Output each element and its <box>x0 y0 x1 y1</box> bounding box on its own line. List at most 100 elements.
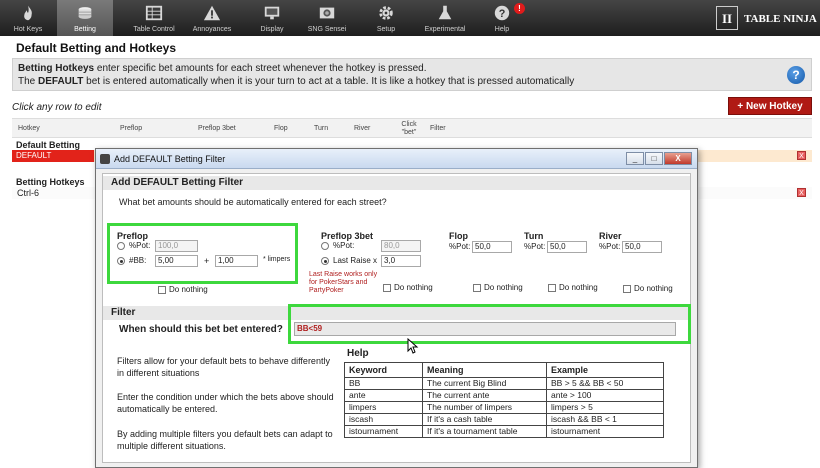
table-icon <box>145 5 163 21</box>
meaning-cell: If it's a tournament table <box>422 425 547 438</box>
river-pot-field[interactable]: 50,0 <box>622 241 662 253</box>
preflop-do-nothing-checkbox[interactable] <box>158 286 166 294</box>
meaning-cell: The number of limpers <box>422 401 547 414</box>
preflop3bet-pot-field[interactable]: 80,0 <box>381 240 421 252</box>
info-text: The <box>18 76 39 87</box>
column-header: Hotkey <box>18 125 40 132</box>
highlight-filter <box>288 304 691 344</box>
toolbar-table-control[interactable]: Table Control <box>126 0 182 36</box>
toolbar-display[interactable]: Display <box>244 0 300 36</box>
alert-badge: ! <box>514 3 525 14</box>
flop-pot-field[interactable]: 50,0 <box>472 241 512 253</box>
info-banner: Betting Hotkeys enter specific bet amoun… <box>12 58 812 91</box>
help-table: Keyword Meaning Example BB The current Bi… <box>344 362 664 438</box>
meaning-cell: The current Big Blind <box>422 377 547 390</box>
example-cell: BB > 5 && BB < 50 <box>546 377 664 390</box>
meaning-cell: The current ante <box>422 389 547 402</box>
info-text: bet is entered automatically when it is … <box>83 76 575 87</box>
chips-icon <box>78 7 92 19</box>
hotkey-cell: Ctrl-6 <box>17 188 39 198</box>
group-betting-hotkeys: Betting Hotkeys <box>16 177 85 187</box>
table-row: istournament If it's a tournament table is… <box>344 425 664 438</box>
logo-mark: II <box>716 6 738 30</box>
toolbar-help[interactable]: ? Help ! <box>474 0 530 36</box>
flop-do-nothing-checkbox[interactable] <box>473 284 481 292</box>
flask-icon <box>438 5 452 20</box>
flop-title: Flop <box>449 231 468 241</box>
filter-description: By adding multiple filters you default b… <box>117 429 333 451</box>
column-header: Click "bet" <box>401 121 417 136</box>
turn-pot-field[interactable]: 50,0 <box>547 241 587 253</box>
toolbar-betting[interactable]: Betting <box>57 0 113 36</box>
preflop3bet-do-nothing-checkbox[interactable] <box>383 284 391 292</box>
flame-icon <box>24 5 32 21</box>
info-line-2: The DEFAULT bet is entered automatically… <box>18 76 574 87</box>
main-toolbar: Hot Keys Betting Table Control Annoyance… <box>0 0 820 36</box>
toolbar-label: Table Control <box>133 26 175 33</box>
table-row: iscash If it's a cash table iscash && BB <… <box>344 413 664 426</box>
turn-title: Turn <box>524 231 544 241</box>
column-header: Flop <box>274 125 288 132</box>
mouse-cursor-icon <box>407 338 419 354</box>
toolbar-hot-keys[interactable]: Hot Keys <box>0 0 56 36</box>
river-do-nothing-checkbox[interactable] <box>623 285 631 293</box>
meaning-cell: If it's a cash table <box>422 413 547 426</box>
preflop3bet-raise-radio[interactable] <box>321 257 329 265</box>
example-cell: ante > 100 <box>546 389 664 402</box>
app-icon <box>100 154 110 164</box>
info-text: enter specific bet amounts for each stre… <box>94 63 427 74</box>
toolbar-label: Experimental <box>424 26 466 33</box>
group-default-betting: Default Betting <box>16 140 80 150</box>
info-keyword: DEFAULT <box>38 76 84 87</box>
preflop3bet-raise-field[interactable]: 3,0 <box>381 255 421 267</box>
help-title: Help <box>347 348 369 359</box>
table-ninja-logo: II TABLE NINJA <box>716 4 817 34</box>
keyword-cell: limpers <box>344 401 423 414</box>
info-line-1: Betting Hotkeys enter specific bet amoun… <box>18 63 427 74</box>
last-raise-note: Last Raise works only for PokerStars and… <box>309 271 378 294</box>
table-row: ante The current ante ante > 100 <box>344 389 664 402</box>
minimize-button[interactable]: _ <box>626 152 644 165</box>
column-header: Preflop <box>120 125 143 132</box>
section-header: Add DEFAULT Betting Filter <box>103 176 690 190</box>
last-raise-label: Last Raise x <box>333 256 378 265</box>
keyword-cell: iscash <box>344 413 423 426</box>
highlight-preflop <box>107 223 298 284</box>
do-nothing-label: Do nothing <box>634 284 673 293</box>
column-header: Turn <box>314 125 329 132</box>
info-keyword: Betting Hotkeys <box>18 63 95 74</box>
dialog-titlebar[interactable]: Add DEFAULT Betting Filter _ □ X <box>96 149 697 169</box>
close-button[interactable]: X <box>664 152 692 165</box>
pot-label: %Pot: <box>524 242 546 251</box>
do-nothing-label: Do nothing <box>394 283 433 292</box>
table-row: BB The current Big Blind BB > 5 && BB < 50 <box>344 377 664 390</box>
column-header: River <box>354 125 371 132</box>
do-nothing-label: Do nothing <box>169 285 208 294</box>
toolbar-sng-sensei[interactable]: SNG Sensei <box>299 0 355 36</box>
turn-do-nothing-checkbox[interactable] <box>548 284 556 292</box>
keyword-cell: istournament <box>344 425 423 438</box>
logo-text: TABLE NINJA <box>744 13 817 25</box>
pot-label: %Pot: <box>333 241 355 250</box>
delete-row-button[interactable]: X <box>797 151 806 160</box>
help-button[interactable]: ? <box>787 66 805 84</box>
example-cell: istournament <box>546 425 664 438</box>
click-hint: Click any row to edit <box>12 102 102 113</box>
filter-description: Filters allow for your default bets to b… <box>117 356 330 378</box>
help-header: Meaning <box>422 362 547 378</box>
do-nothing-label: Do nothing <box>484 283 523 292</box>
new-hotkey-button[interactable]: + New Hotkey <box>728 97 812 115</box>
toolbar-label: Annoyances <box>192 26 232 33</box>
warning-icon <box>203 5 221 21</box>
help-header: Keyword <box>344 362 423 378</box>
keyword-cell: BB <box>344 377 423 390</box>
preflop3bet-pot-radio[interactable] <box>321 242 329 250</box>
maximize-button[interactable]: □ <box>645 152 663 165</box>
example-cell: limpers > 5 <box>546 401 664 414</box>
preflop3bet-title: Preflop 3bet <box>321 231 374 241</box>
bet-question: What bet amounts should be automatically… <box>119 197 387 207</box>
delete-row-button[interactable]: X <box>797 188 806 197</box>
toolbar-experimental[interactable]: Experimental <box>417 0 473 36</box>
toolbar-setup[interactable]: Setup <box>358 0 414 36</box>
toolbar-annoyances[interactable]: Annoyances <box>184 0 240 36</box>
